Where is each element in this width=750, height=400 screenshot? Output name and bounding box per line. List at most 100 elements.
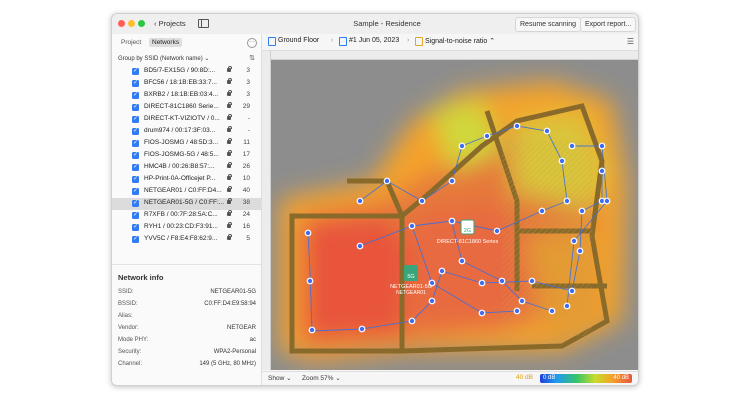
network-name: BFC56 / 18:1B:EB:33:7...: [144, 79, 217, 86]
group-by-selector[interactable]: Group by SSID (Network name) ⌄: [118, 55, 209, 62]
network-row[interactable]: ✓ BD5/7-EX15G / 90:8D:... 3: [112, 66, 261, 78]
network-row[interactable]: ✓ NETGEAR01 / C0:FF:D4... 40: [112, 185, 261, 198]
network-row[interactable]: ✓ DIRECT-81C1860 Serie... 29: [112, 101, 261, 114]
lock-icon: [227, 89, 232, 96]
lock-icon: [227, 66, 232, 72]
breadcrumb-floor[interactable]: Ground Floor: [278, 37, 319, 44]
network-checkbox[interactable]: ✓: [132, 212, 139, 219]
network-name: HP-Print-0A-Officejet P...: [144, 175, 216, 182]
network-checkbox[interactable]: ✓: [132, 224, 139, 231]
network-row[interactable]: ✓ FIOS-JOSMG-5G / 48:5... 17: [112, 149, 261, 162]
show-menu[interactable]: Show ⌄: [268, 374, 292, 382]
network-name: BXRB2 / 18:1B:EB:03:4...: [144, 91, 219, 98]
ap-sublabel: NETGEAR01: [396, 290, 426, 296]
legend-min-value: 40 dB: [516, 374, 533, 381]
network-row[interactable]: ✓ NETGEAR01-5G / C0:FF:... 38: [112, 197, 261, 210]
floor-plan-icon: [268, 37, 276, 46]
window-title: Sample - Residence: [353, 19, 421, 28]
status-bar: Show ⌄ Zoom 57% ⌄ 40 dB 0 dB 40 dB: [262, 371, 638, 385]
lock-icon: [227, 149, 232, 156]
info-key: BSSID:: [118, 301, 138, 307]
network-row[interactable]: ✓ drum974 / 00:17:3F:03... -: [112, 125, 261, 138]
network-checkbox[interactable]: ✓: [132, 188, 139, 195]
network-channel: 17: [242, 151, 250, 158]
info-row: BSSID: C0:FF:D4:E9:58:94: [118, 301, 256, 312]
title-bar: ‹ Projects Sample - Residence Resume sca…: [112, 14, 638, 35]
breadcrumb-metric[interactable]: Signal-to-noise ratio ⌃: [425, 37, 495, 45]
network-row[interactable]: ✓ HP-Print-0A-Officejet P... 10: [112, 173, 261, 186]
sidebar-toggle-icon[interactable]: [198, 19, 209, 28]
sidebar: Project Networks ··· Group by SSID (Netw…: [112, 34, 262, 385]
lock-icon: [227, 161, 232, 168]
heatmap-canvas[interactable]: 2G DIRECT-81C1860 Series 5G NETGEAR01-5G…: [262, 51, 639, 370]
network-checkbox[interactable]: ✓: [132, 68, 139, 75]
info-value: WPA2-Personal: [213, 349, 256, 355]
network-row[interactable]: ✓ HMC4B / 00:26:B8:57:... 26: [112, 161, 261, 174]
breadcrumb-scan[interactable]: #1 Jun 05, 2023: [349, 37, 399, 44]
network-checkbox[interactable]: ✓: [132, 176, 139, 183]
network-channel: 10: [242, 175, 250, 182]
app-window: ‹ Projects Sample - Residence Resume sca…: [111, 13, 639, 386]
network-channel: 3: [246, 79, 250, 86]
network-checkbox[interactable]: ✓: [132, 164, 139, 171]
network-channel: 11: [243, 139, 250, 146]
info-value: NETGEAR01-5G: [210, 289, 256, 295]
lock-icon: [227, 221, 232, 228]
more-options-icon[interactable]: ···: [247, 38, 257, 48]
network-checkbox[interactable]: ✓: [132, 80, 139, 87]
network-row[interactable]: ✓ FIOS-JOSMG / 48:5D:3... 11: [112, 137, 261, 150]
network-checkbox[interactable]: ✓: [132, 200, 139, 207]
network-checkbox[interactable]: ✓: [132, 116, 139, 123]
tab-project[interactable]: Project: [118, 38, 144, 47]
close-window-button[interactable]: [118, 20, 125, 27]
minimize-window-button[interactable]: [128, 20, 135, 27]
filter-settings-icon[interactable]: ☰: [627, 37, 634, 46]
lock-icon: [227, 209, 232, 216]
network-name: NETGEAR01 / C0:FF:D4...: [144, 187, 222, 194]
legend-high-label: 40 dB: [613, 375, 629, 381]
zoom-menu[interactable]: Zoom 57% ⌄: [302, 374, 341, 382]
export-report-button[interactable]: Export report...: [580, 17, 637, 32]
info-row: SSID: NETGEAR01-5G: [118, 289, 256, 300]
info-row: Channel: 149 (5 GHz, 80 MHz): [118, 361, 256, 372]
color-legend: 0 dB 40 dB: [540, 374, 632, 383]
network-channel: 29: [242, 103, 250, 110]
lock-icon: [227, 197, 232, 204]
network-channel: 5: [246, 235, 250, 242]
lock-icon: [227, 125, 232, 132]
network-row[interactable]: ✓ BXRB2 / 18:1B:EB:03:4... 3: [112, 89, 261, 102]
network-checkbox[interactable]: ✓: [132, 152, 139, 159]
resume-scanning-button[interactable]: Resume scanning: [515, 17, 582, 32]
network-name: R7XFB / 00:7F:28:5A:C...: [144, 211, 218, 218]
zoom-window-button[interactable]: [138, 20, 145, 27]
sort-icon[interactable]: ⇅: [249, 54, 255, 62]
network-row[interactable]: ✓ BFC56 / 18:1B:EB:33:7... 3: [112, 77, 261, 90]
back-to-projects-button[interactable]: ‹ Projects: [154, 18, 186, 30]
network-row[interactable]: ✓ YVV5C / F8:E4:F8:62:9... 5: [112, 233, 261, 244]
ap-label: DIRECT-81C1860 Series: [437, 239, 499, 245]
network-row[interactable]: ✓ DIRECT-KT-VIZIOTV / 0... -: [112, 113, 261, 126]
legend-low-label: 0 dB: [543, 375, 556, 381]
info-key: Security:: [118, 349, 142, 355]
network-checkbox[interactable]: ✓: [132, 140, 139, 147]
heatmap-area[interactable]: 2G DIRECT-81C1860 Series 5G NETGEAR01-5G…: [262, 51, 639, 370]
network-checkbox[interactable]: ✓: [132, 236, 139, 243]
chevron-right-icon: ›: [331, 37, 334, 44]
info-row: Mode PHY: ac: [118, 337, 256, 348]
tab-networks[interactable]: Networks: [149, 38, 183, 47]
network-name: NETGEAR01-5G / C0:FF:...: [144, 199, 224, 206]
lock-icon: [227, 233, 232, 240]
info-value: ac: [249, 337, 256, 343]
lock-icon: [227, 173, 232, 180]
info-row: Alias:: [118, 313, 256, 324]
info-value: C0:FF:D4:E9:58:94: [204, 301, 256, 307]
info-key: Channel:: [118, 361, 143, 367]
network-row[interactable]: ✓ R7XFB / 00:7F:28:5A:C... 24: [112, 209, 261, 222]
network-checkbox[interactable]: ✓: [132, 92, 139, 99]
network-checkbox[interactable]: ✓: [132, 104, 139, 111]
scan-icon: [339, 37, 347, 46]
network-row[interactable]: ✓ RYH1 / 00:23:CD:F3:91... 16: [112, 221, 261, 234]
network-channel: 38: [242, 199, 250, 206]
network-checkbox[interactable]: ✓: [132, 128, 139, 135]
network-channel: 40: [242, 187, 250, 194]
